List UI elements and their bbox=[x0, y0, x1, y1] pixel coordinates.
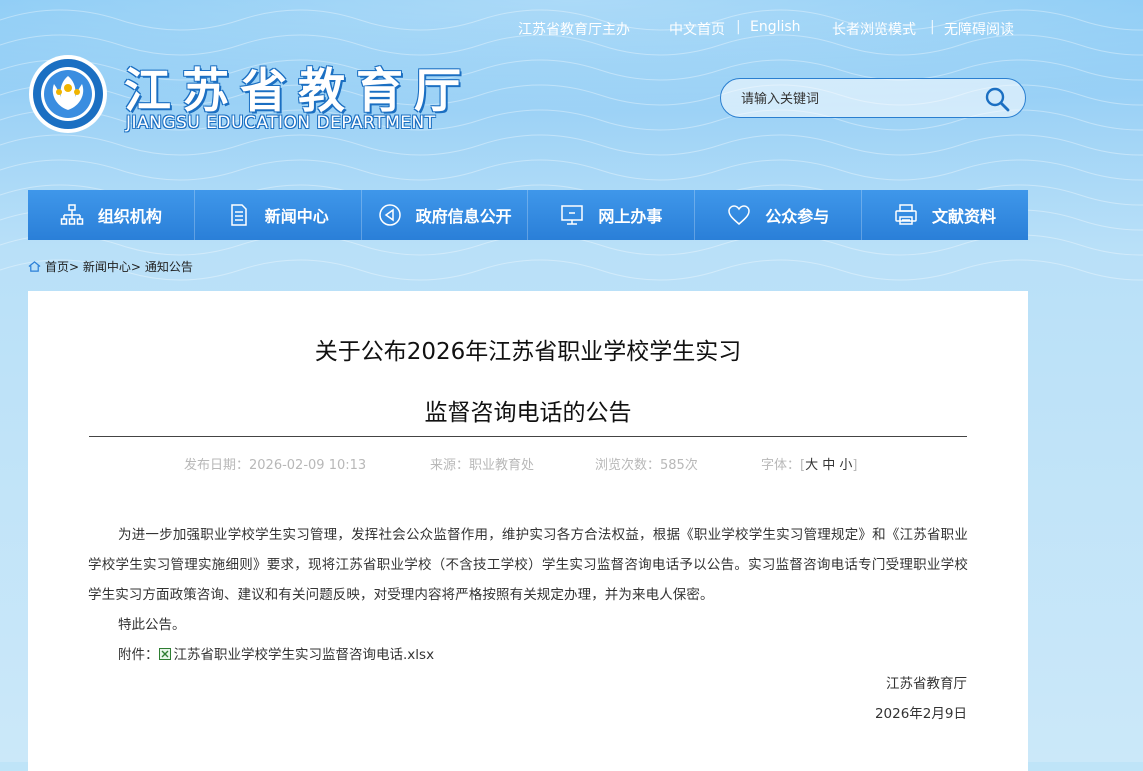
nav-item-label: 新闻中心 bbox=[264, 207, 329, 226]
heart-icon bbox=[728, 205, 750, 225]
nav-item-online-service[interactable]: 网上办事 bbox=[528, 190, 696, 240]
wave-pattern bbox=[0, 9, 1143, 281]
accessible-read-link[interactable]: 无障碍阅读 bbox=[944, 19, 1014, 39]
attachment-row: 附件： 江苏省职业学校学生实习监督咨询电话.xlsx bbox=[88, 640, 968, 670]
article-title-line2: 监督咨询电话的公告 bbox=[424, 400, 632, 426]
monitor-icon bbox=[561, 205, 584, 225]
nav-item-label: 政府信息公开 bbox=[415, 207, 512, 226]
breadcrumb-home[interactable]: 首页 bbox=[45, 258, 69, 275]
views-value: 585次 bbox=[660, 458, 698, 473]
separator: | bbox=[930, 19, 935, 35]
site-title-en: JIANGSU EDUCATION DEPARTMENT bbox=[126, 113, 436, 133]
english-link[interactable]: English bbox=[750, 19, 801, 35]
publish-date: 发布日期：2026-02-09 10:13 bbox=[184, 454, 366, 473]
search-box bbox=[720, 78, 1026, 118]
source-value: 职业教育处 bbox=[469, 458, 535, 473]
date-value: 2026-02-09 10:13 bbox=[249, 458, 367, 473]
top-links: 江苏省教育厅主办 中文首页 | English 长者浏览模式 | 无障碍阅读 bbox=[518, 19, 1038, 39]
breadcrumb-sep: > bbox=[130, 259, 141, 274]
breadcrumb-news[interactable]: 新闻中心 bbox=[83, 258, 131, 275]
closing-line: 特此公告。 bbox=[118, 617, 186, 633]
sponsor-text: 江苏省教育厅主办 bbox=[518, 22, 630, 38]
nav-item-org[interactable]: 组织机构 bbox=[28, 190, 195, 240]
article-card: 关于公布2026年江苏省职业学校学生实习 监督咨询电话的公告 发布日期：2026… bbox=[28, 291, 1028, 771]
nav-item-label: 公众参与 bbox=[765, 207, 830, 226]
date-label: 发布日期： bbox=[184, 458, 250, 473]
search-icon[interactable] bbox=[983, 85, 1011, 113]
attachment-label: 附件： bbox=[118, 647, 159, 663]
search-input[interactable] bbox=[739, 88, 973, 110]
view-count: 浏览次数：585次 bbox=[595, 454, 698, 473]
article-title-line1: 关于公布2026年江苏省职业学校学生实习 bbox=[314, 339, 742, 365]
separator: | bbox=[736, 19, 741, 35]
attachment-link[interactable]: 江苏省职业学校学生实习监督咨询电话.xlsx bbox=[158, 647, 435, 663]
breadcrumb: 首页 > 新闻中心 > 通知公告 bbox=[28, 258, 193, 275]
font-medium-button[interactable]: 中 bbox=[822, 458, 835, 473]
org-chart-icon bbox=[60, 204, 84, 225]
font-size-switch: 字体：[大 中 小] bbox=[761, 458, 858, 473]
home-icon bbox=[28, 261, 41, 272]
nav-item-news[interactable]: 新闻中心 bbox=[195, 190, 362, 240]
nav-item-label: 网上办事 bbox=[598, 207, 663, 226]
nav-item-participation[interactable]: 公众参与 bbox=[695, 190, 863, 240]
title-divider bbox=[89, 436, 967, 437]
elderly-mode-link[interactable]: 长者浏览模式 bbox=[832, 19, 916, 39]
signature-date: 2026年2月9日 bbox=[874, 706, 967, 722]
article-meta: 发布日期：2026-02-09 10:13 来源：职业教育处 浏览次数：585次… bbox=[28, 454, 1028, 474]
breadcrumb-current[interactable]: 通知公告 bbox=[145, 258, 193, 275]
article-source: 来源：职业教育处 bbox=[430, 454, 534, 473]
home-cn-link[interactable]: 中文首页 bbox=[669, 19, 725, 39]
source-label: 来源： bbox=[430, 458, 470, 473]
nav-item-literature[interactable]: 文献资料 bbox=[862, 190, 1028, 240]
emblem-logo-icon[interactable] bbox=[28, 54, 108, 134]
main-nav: 组织机构 新闻中心 政府信息公开 网上办事 公众参与 文献资料 bbox=[28, 190, 1028, 240]
site-title-cn[interactable]: 江苏省教育厅 bbox=[124, 52, 472, 121]
printer-icon bbox=[895, 204, 917, 225]
article-paragraph: 为进一步加强职业学校学生实习管理，发挥社会公众监督作用，维护实习各方合法权益，根… bbox=[88, 527, 968, 603]
nav-item-gov-info[interactable]: 政府信息公开 bbox=[362, 190, 529, 240]
breadcrumb-sep: > bbox=[69, 259, 80, 274]
article-body: 为进一步加强职业学校学生实习管理，发挥社会公众监督作用，维护实习各方合法权益，根… bbox=[88, 520, 968, 670]
signature-org: 江苏省教育厅 bbox=[886, 676, 967, 692]
font-label: 字体： bbox=[761, 458, 801, 473]
font-small-button[interactable]: 小 bbox=[839, 458, 852, 473]
attachment-filename: 江苏省职业学校学生实习监督咨询电话.xlsx bbox=[173, 647, 435, 663]
megaphone-icon bbox=[378, 204, 401, 226]
nav-item-label: 组织机构 bbox=[97, 207, 162, 226]
excel-file-icon bbox=[158, 648, 171, 660]
document-icon bbox=[230, 204, 247, 226]
font-large-button[interactable]: 大 bbox=[805, 458, 818, 473]
views-label: 浏览次数： bbox=[595, 458, 661, 473]
nav-item-label: 文献资料 bbox=[932, 207, 997, 226]
